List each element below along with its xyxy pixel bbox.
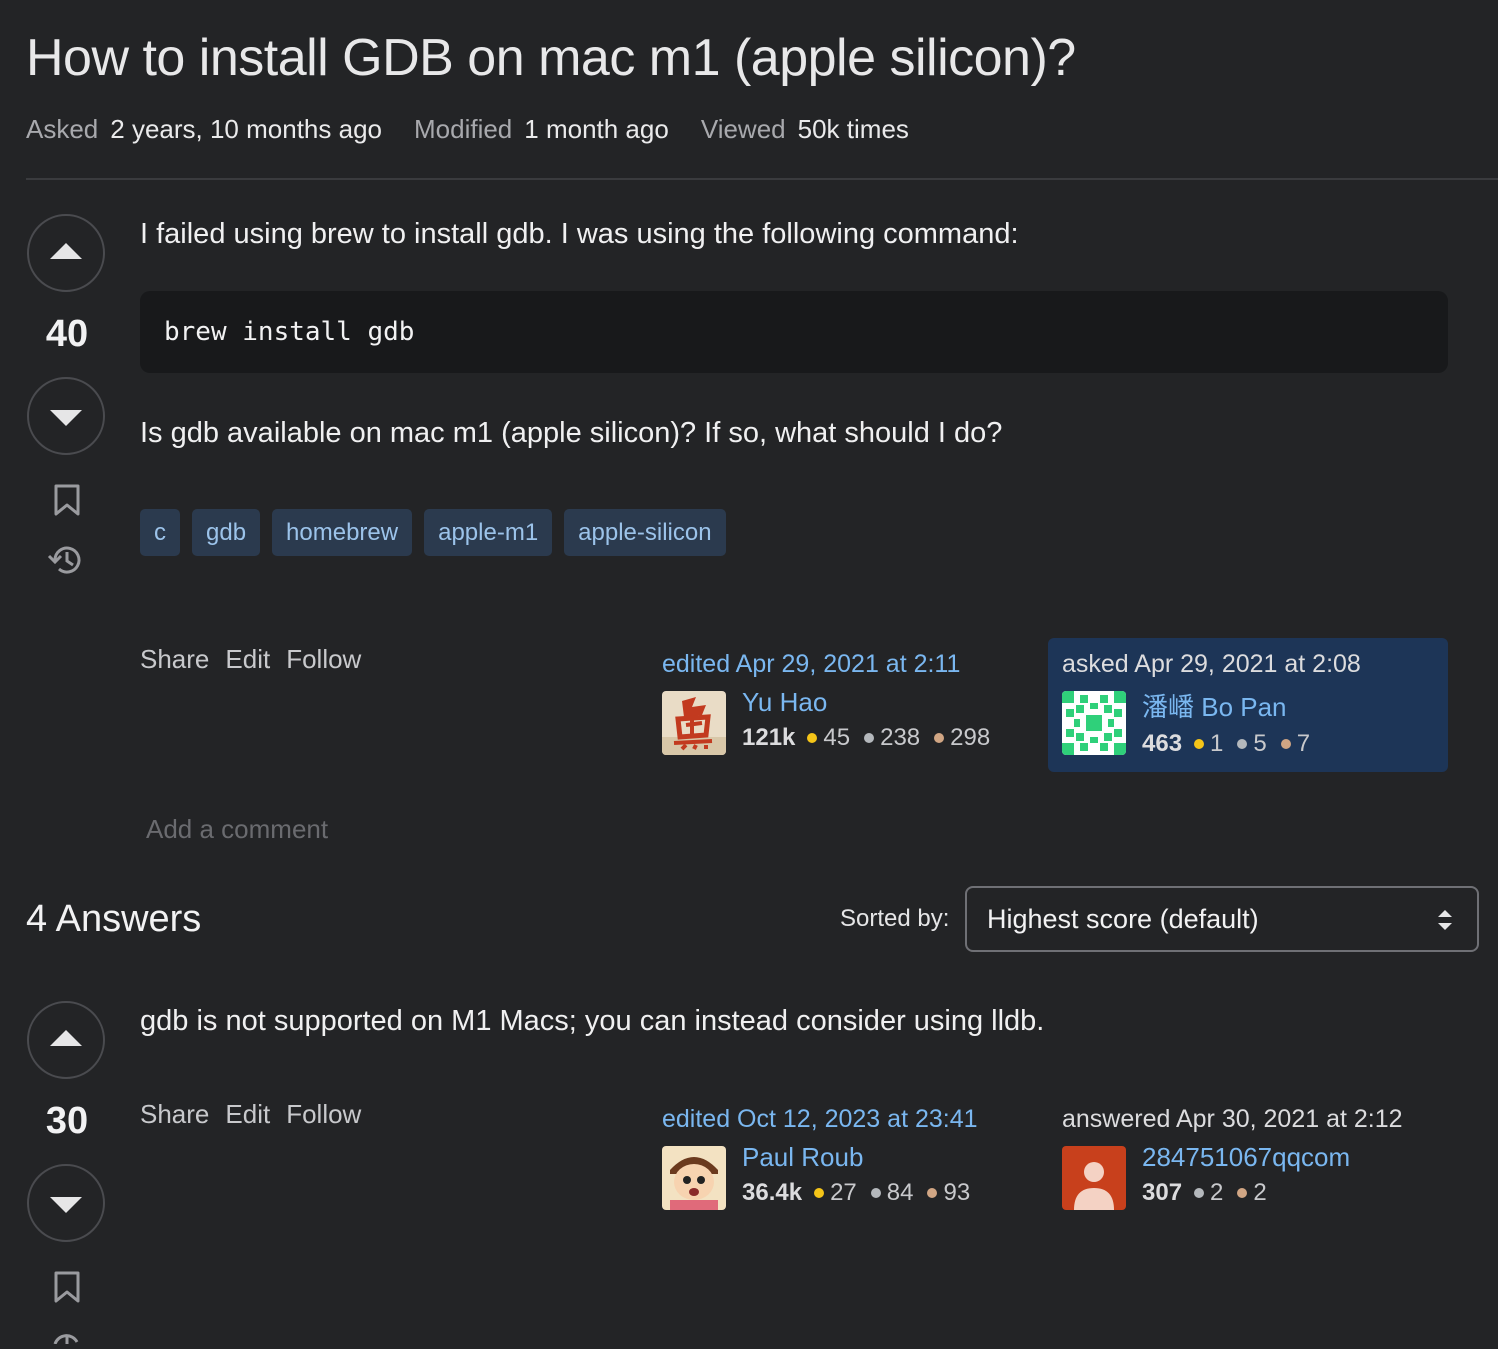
silver-badge-count: 5	[1253, 730, 1267, 757]
question-downvote-button[interactable]	[27, 377, 105, 455]
share-link[interactable]: Share	[140, 1099, 209, 1130]
add-comment-link[interactable]: Add a comment	[146, 814, 328, 845]
answerer-name[interactable]: 284751067qqcom	[1142, 1142, 1350, 1173]
code-block: brew install gdb	[140, 291, 1448, 373]
bronze-badge-count: 93	[943, 1179, 971, 1206]
answerer-card: answered Apr 30, 2021 at 2:12 284751067q…	[1062, 1105, 1403, 1210]
reputation-score: 307	[1142, 1179, 1183, 1206]
editor-name[interactable]: Yu Hao	[742, 687, 1004, 718]
question-body-line1: I failed using brew to install gdb. I wa…	[140, 218, 1019, 250]
sorted-by-label: Sorted by:	[840, 905, 950, 932]
silver-badge-icon	[870, 1188, 881, 1198]
bronze-badge-count: 7	[1296, 730, 1311, 757]
bronze-badge-count: 298	[950, 724, 991, 751]
asked-label: Asked	[26, 114, 99, 144]
follow-link[interactable]: Follow	[286, 1099, 361, 1130]
edit-link[interactable]: Edit	[225, 644, 270, 675]
history-icon[interactable]	[47, 542, 85, 583]
question-meta: Asked 2 years, 10 months ago Modified 1 …	[26, 114, 941, 145]
answer-actions: Share Edit Follow	[140, 1099, 361, 1130]
bronze-badge-icon	[1280, 739, 1291, 749]
editor-reputation: 121k 45 238 298	[742, 724, 1004, 752]
silver-badge-count: 2	[1210, 1179, 1224, 1206]
avatar[interactable]	[1062, 691, 1126, 755]
share-link[interactable]: Share	[140, 644, 209, 675]
answer-score: 30	[45, 1100, 89, 1142]
sort-select[interactable]: Highest score (default)	[965, 886, 1479, 952]
bronze-badge-icon	[927, 1188, 938, 1198]
upvote-arrow-icon	[50, 243, 82, 259]
question-score: 40	[45, 313, 89, 355]
question-upvote-button[interactable]	[27, 214, 105, 292]
title-divider	[26, 178, 1498, 180]
answers-count-heading: 4 Answers	[26, 898, 202, 940]
asker-reputation: 463 1 5 7	[1142, 730, 1324, 758]
question-body-line2: Is gdb available on mac m1 (apple silico…	[140, 417, 1003, 449]
asker-name[interactable]: 潘嶓 Bo Pan	[1142, 687, 1324, 724]
history-icon[interactable]	[47, 1328, 85, 1349]
editor-name[interactable]: Paul Roub	[742, 1142, 984, 1173]
silver-badge-icon	[1194, 1188, 1205, 1198]
tag-apple-silicon[interactable]: apple-silicon	[564, 509, 726, 556]
gold-badge-icon	[814, 1188, 825, 1198]
question-title[interactable]: How to install GDB on mac m1 (apple sili…	[26, 28, 1076, 88]
silver-badge-count: 238	[880, 724, 921, 751]
asker-card: asked Apr 29, 2021 at 2:08 潘嶓 Bo Pan 463…	[1048, 638, 1448, 772]
bookmark-icon[interactable]	[53, 1271, 81, 1308]
upvote-arrow-icon	[50, 1030, 82, 1046]
tag-gdb[interactable]: gdb	[192, 509, 261, 556]
silver-badge-count: 84	[886, 1179, 914, 1206]
tag-homebrew[interactable]: homebrew	[272, 509, 413, 556]
tag-list: c gdb homebrew apple-m1 apple-silicon	[140, 509, 726, 556]
downvote-arrow-icon	[50, 410, 82, 426]
answer-upvote-button[interactable]	[27, 1001, 105, 1079]
gold-badge-icon	[807, 733, 818, 743]
avatar[interactable]	[662, 691, 726, 755]
bronze-badge-icon	[1237, 1188, 1248, 1198]
silver-badge-icon	[864, 733, 875, 743]
downvote-arrow-icon	[50, 1197, 82, 1213]
silver-badge-icon	[1237, 739, 1248, 749]
answered-time: answered Apr 30, 2021 at 2:12	[1062, 1105, 1403, 1133]
gold-badge-count: 27	[830, 1179, 857, 1206]
tag-apple-m1[interactable]: apple-m1	[424, 509, 553, 556]
reputation-score: 36.4k	[742, 1179, 803, 1206]
edited-time-link[interactable]: edited Apr 29, 2021 at 2:11	[662, 650, 1004, 679]
bronze-badge-count: 2	[1253, 1179, 1267, 1206]
question-actions: Share Edit Follow	[140, 644, 361, 675]
editor-reputation: 36.4k 27 84 93	[742, 1179, 984, 1207]
avatar[interactable]	[1062, 1146, 1126, 1210]
sort-arrows-icon	[1437, 908, 1453, 932]
bronze-badge-icon	[934, 733, 945, 743]
bookmark-icon[interactable]	[53, 484, 81, 521]
answer-body: gdb is not supported on M1 Macs; you can…	[140, 1005, 1045, 1037]
asked-time: asked Apr 29, 2021 at 2:08	[1062, 650, 1361, 678]
reputation-score: 121k	[742, 724, 796, 751]
gold-badge-count: 1	[1210, 730, 1224, 757]
modified-value[interactable]: 1 month ago	[524, 114, 669, 145]
reputation-score: 463	[1142, 730, 1183, 757]
avatar[interactable]	[662, 1146, 726, 1210]
viewed-value: 50k times	[797, 114, 909, 144]
edited-time-link[interactable]: edited Oct 12, 2023 at 23:41	[662, 1105, 984, 1134]
asked-value: 2 years, 10 months ago	[110, 114, 382, 144]
answerer-reputation: 307 2 2	[1142, 1179, 1350, 1207]
tag-c[interactable]: c	[140, 509, 180, 556]
gold-badge-icon	[1194, 739, 1205, 749]
gold-badge-count: 45	[823, 724, 851, 751]
answer-editor-card: edited Oct 12, 2023 at 23:41 Paul Roub 3…	[662, 1105, 984, 1210]
answer-downvote-button[interactable]	[27, 1164, 105, 1242]
modified-label: Modified	[413, 114, 513, 144]
edit-link[interactable]: Edit	[225, 1099, 270, 1130]
sort-select-value: Highest score (default)	[987, 903, 1259, 934]
editor-card: edited Apr 29, 2021 at 2:11 Yu Hao 121k …	[662, 650, 1004, 755]
follow-link[interactable]: Follow	[286, 644, 361, 675]
code-text: brew install gdb	[164, 317, 415, 347]
viewed-label: Viewed	[700, 114, 786, 144]
